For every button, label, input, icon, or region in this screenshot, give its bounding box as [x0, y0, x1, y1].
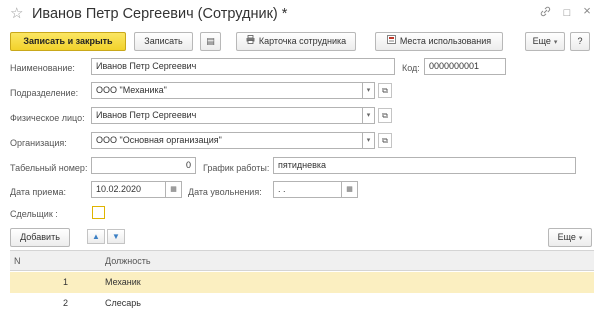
- fire-calendar-icon[interactable]: ▦: [342, 181, 358, 198]
- organization-label: Организация:: [10, 138, 67, 148]
- close-icon[interactable]: ×: [580, 4, 594, 18]
- tabnum-input[interactable]: 0: [91, 157, 196, 174]
- table-row[interactable]: 1 Механик: [10, 272, 594, 293]
- fire-date-input[interactable]: . .: [273, 181, 342, 198]
- move-up-icon[interactable]: ▲: [87, 229, 105, 244]
- person-input[interactable]: Иванов Петр Сергеевич: [91, 107, 363, 124]
- more-label: Еще: [532, 36, 551, 46]
- places-icon: [386, 33, 396, 50]
- chevron-down-icon: ▾: [553, 39, 558, 46]
- department-open-icon[interactable]: ⧉: [378, 83, 392, 98]
- printer-icon: [246, 33, 255, 50]
- row-number: 2: [62, 298, 68, 308]
- more-button[interactable]: Еще ▾: [525, 32, 565, 51]
- favorite-star-icon[interactable]: ☆: [10, 5, 23, 23]
- table-more-label: Еще: [557, 232, 576, 242]
- hire-date-label: Дата приема:: [10, 187, 67, 197]
- table-row[interactable]: 2 Слесарь: [10, 293, 594, 314]
- row-position: Механик: [105, 277, 141, 287]
- hire-date-input[interactable]: 10.02.2020: [91, 181, 166, 198]
- code-label: Код:: [402, 63, 420, 73]
- help-button[interactable]: ?: [570, 32, 590, 51]
- link-icon[interactable]: [538, 6, 552, 21]
- department-label: Подразделение:: [10, 88, 79, 98]
- save-and-close-button[interactable]: Записать и закрыть: [10, 32, 126, 51]
- printer-icon-svg: [246, 35, 255, 44]
- organization-dropdown-icon[interactable]: ▾: [363, 132, 375, 149]
- employee-card-button[interactable]: Карточка сотрудника: [236, 32, 356, 51]
- row-position: Слесарь: [105, 298, 141, 308]
- department-input[interactable]: ООО "Механика": [91, 82, 363, 99]
- move-down-icon[interactable]: ▼: [107, 229, 125, 244]
- schedule-input[interactable]: пятидневка: [273, 157, 576, 174]
- organization-open-icon[interactable]: ⧉: [378, 133, 392, 148]
- column-header-n[interactable]: N: [14, 251, 21, 272]
- department-dropdown-icon[interactable]: ▾: [363, 82, 375, 99]
- row-number: 1: [62, 277, 68, 287]
- chevron-down-icon: ▾: [578, 235, 583, 242]
- places-of-use-button[interactable]: Места использования: [375, 32, 503, 51]
- fire-date-label: Дата увольнения:: [188, 187, 262, 197]
- table-header: N Должность: [10, 250, 594, 271]
- window-title: Иванов Петр Сергеевич (Сотрудник) *: [32, 6, 288, 22]
- person-label: Физическое лицо:: [10, 113, 85, 123]
- name-input[interactable]: Иванов Петр Сергеевич: [91, 58, 395, 75]
- piecework-label: Сдельщик :: [10, 209, 58, 219]
- code-input[interactable]: 0000000001: [424, 58, 506, 75]
- piecework-checkbox[interactable]: [92, 206, 105, 219]
- column-header-position[interactable]: Должность: [105, 251, 151, 272]
- add-row-button[interactable]: Добавить: [10, 228, 70, 247]
- person-open-icon[interactable]: ⧉: [378, 108, 392, 123]
- hire-calendar-icon[interactable]: ▦: [166, 181, 182, 198]
- document-icon: ▤: [206, 36, 215, 46]
- organization-input[interactable]: ООО "Основная организация": [91, 132, 363, 149]
- employee-card-label: Карточка сотрудника: [258, 36, 347, 46]
- report-button[interactable]: ▤: [200, 32, 221, 51]
- schedule-label: График работы:: [203, 163, 270, 173]
- places-icon-svg: [386, 35, 396, 44]
- tabnum-label: Табельный номер:: [10, 163, 88, 173]
- maximize-icon[interactable]: □: [560, 6, 574, 20]
- link-icon-svg: [540, 6, 550, 17]
- save-button[interactable]: Записать: [134, 32, 193, 51]
- person-dropdown-icon[interactable]: ▾: [363, 107, 375, 124]
- table-more-button[interactable]: Еще ▾: [548, 228, 592, 247]
- places-of-use-label: Места использования: [399, 36, 492, 46]
- name-label: Наименование:: [10, 63, 75, 73]
